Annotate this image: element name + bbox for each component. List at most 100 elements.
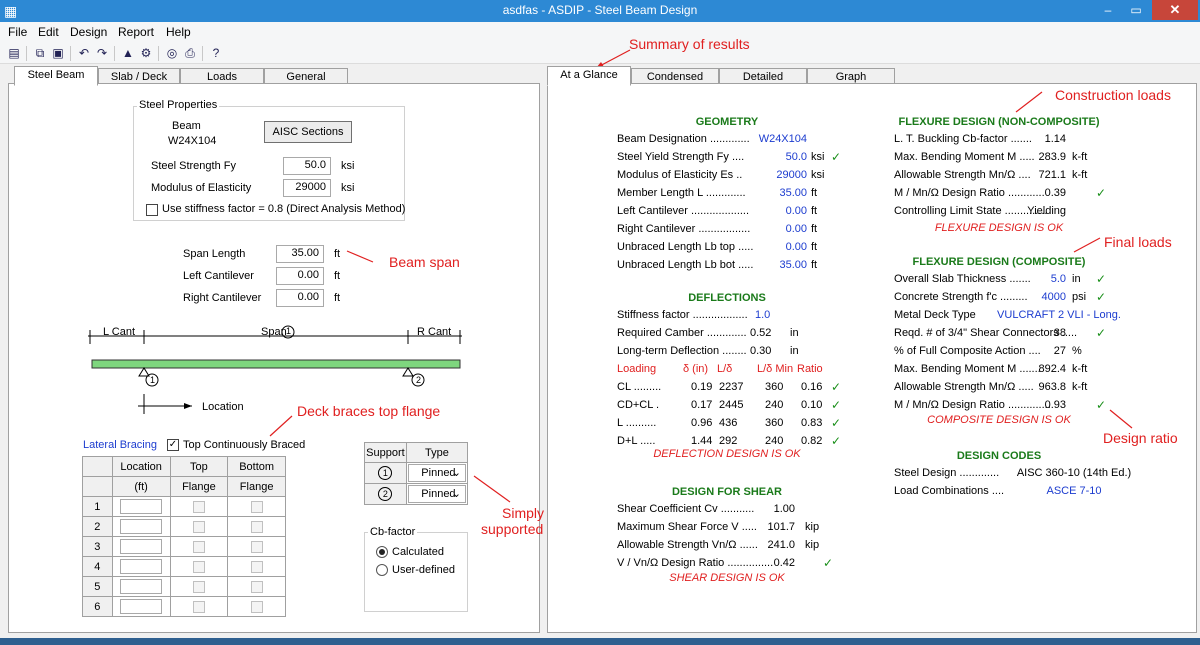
simply-note-line1: Simply (502, 505, 545, 521)
result-row: Allowable Strength Vn/Ω ...... 241.0 kip (617, 536, 847, 554)
top-flange-checkbox[interactable] (169, 536, 229, 557)
menu-edit[interactable]: Edit (38, 25, 59, 39)
top-continuous-label: Top Continuously Braced (183, 439, 306, 451)
bottom-flange-checkbox[interactable] (227, 496, 286, 517)
result-label: Allowable Strength Mn/Ω .... (894, 169, 1031, 181)
result-label: Steel Yield Strength Fy .... (617, 151, 745, 163)
stiffness-checkbox[interactable] (146, 204, 158, 216)
settings-icon[interactable]: ⚙ (138, 45, 154, 61)
result-value: 101.7 (767, 521, 795, 533)
copy-icon[interactable]: ⧉ (32, 45, 48, 61)
deflection-ok: DEFLECTION DESIGN IS OK (653, 448, 801, 460)
deflection-header-cell: L/δ Min (757, 363, 794, 375)
row-number: 5 (82, 576, 113, 597)
modulus-label: Modulus of Elasticity (151, 182, 252, 194)
table-row: 5 (82, 576, 286, 597)
span-length-input[interactable]: 35.00 (276, 245, 324, 263)
table-row: 2 Pinned ⌄ (364, 483, 469, 505)
tab-steel-beam[interactable]: Steel Beam (14, 66, 98, 86)
result-label: % of Full Composite Action .... (894, 345, 1041, 357)
location-cell[interactable] (111, 556, 171, 577)
bottom-flange-checkbox[interactable] (227, 576, 286, 597)
check-icon: ✓ (1096, 290, 1107, 304)
menu-file[interactable]: File (8, 25, 27, 39)
result-row: Left Cantilever ................... 0.00 f… (617, 202, 847, 220)
r-cant-label: R Cant (417, 326, 452, 338)
result-value: 0.39 (1044, 187, 1066, 199)
location-cell[interactable] (111, 596, 171, 617)
result-label: Overall Slab Thickness ....... (894, 273, 1031, 285)
location-cell[interactable] (111, 496, 171, 517)
location-cell[interactable] (111, 576, 171, 597)
beam-span-note: Beam span (389, 254, 460, 270)
support-type-select[interactable]: Pinned ⌄ (405, 483, 469, 505)
result-value: 892.4 (1038, 363, 1066, 375)
location-cell[interactable] (111, 536, 171, 557)
result-row: Unbraced Length Lb bot ..... 35.00 ft (617, 256, 847, 274)
print-icon[interactable]: ⎙ (182, 45, 198, 61)
result-label: Allowable Strength Vn/Ω ...... (617, 539, 758, 551)
top-flange-checkbox[interactable] (169, 576, 229, 597)
result-label: Concrete Strength f'c ......... (894, 291, 1028, 303)
help-icon[interactable]: ? (208, 45, 224, 61)
calculate-icon[interactable]: ▲ (120, 45, 136, 61)
result-unit: psi (1072, 291, 1087, 303)
bottom-flange-checkbox[interactable] (227, 516, 286, 537)
left-cantilever-input[interactable]: 0.00 (276, 267, 324, 285)
result-unit: k-ft (1072, 169, 1088, 181)
result-value: 0.00 (785, 241, 807, 253)
shear-ok: SHEAR DESIGN IS OK (669, 572, 785, 584)
result-row: Load Combinations .... ASCE 7-10 (894, 482, 1144, 500)
aisc-sections-button[interactable]: AISC Sections (264, 121, 352, 143)
project-manager-icon[interactable]: ▤ (6, 45, 22, 61)
fy-input[interactable]: 50.0 (283, 157, 331, 175)
top-flange-checkbox[interactable] (169, 556, 229, 577)
beam-span-arrow (346, 250, 374, 263)
design-ratio-arrow (1109, 409, 1133, 429)
top-continuous-checkbox[interactable]: ✓ (167, 439, 179, 451)
undo-icon[interactable]: ↶ (76, 45, 92, 61)
bottom-flange-checkbox[interactable] (227, 556, 286, 577)
menu-design[interactable]: Design (70, 25, 107, 39)
deflection-load: L .......... (617, 417, 657, 429)
modulus-input[interactable]: 29000 (283, 179, 331, 197)
result-value: 283.9 (1038, 151, 1066, 163)
preview-icon[interactable]: ◎ (164, 45, 180, 61)
top-flange-checkbox[interactable] (169, 496, 229, 517)
result-value: AISC 360-10 (14th Ed.) (1016, 467, 1132, 479)
result-label: Unbraced Length Lb bot ..... (617, 259, 754, 271)
location-cell[interactable] (111, 516, 171, 537)
maximize-button[interactable]: ▭ (1122, 0, 1150, 20)
redo-icon[interactable]: ↷ (94, 45, 110, 61)
calculated-radio[interactable] (376, 546, 388, 558)
top-flange-checkbox[interactable] (169, 596, 229, 617)
tab-at-a-glance[interactable]: At a Glance (547, 66, 631, 86)
top-flange-checkbox[interactable] (169, 516, 229, 537)
steel-properties-label: Steel Properties (137, 99, 220, 111)
fy-unit: ksi (341, 160, 355, 172)
close-button[interactable]: ✕ (1152, 0, 1198, 20)
result-label: Maximum Shear Force V ..... (617, 521, 757, 533)
check-icon: ✓ (831, 380, 842, 394)
right-cantilever-input[interactable]: 0.00 (276, 289, 324, 307)
support-type-select[interactable]: Pinned ⌄ (405, 462, 469, 484)
minimize-button[interactable]: – (1094, 0, 1122, 20)
bottom-flange-checkbox[interactable] (227, 596, 286, 617)
toolbar-separator (158, 46, 159, 61)
bracing-header-location: Location (111, 456, 171, 477)
user-defined-radio[interactable] (376, 564, 388, 576)
check-icon: ✓ (831, 398, 842, 412)
result-value: 0.00 (785, 205, 807, 217)
deflection-min: 360 (765, 417, 784, 429)
span-number: 1 (286, 326, 292, 336)
result-unit: ksi (811, 151, 825, 163)
menu-report[interactable]: Report (118, 25, 154, 39)
menu-help[interactable]: Help (166, 25, 191, 39)
chevron-down-icon: ⌄ (451, 467, 461, 479)
right-cantilever-label: Right Cantilever (183, 292, 262, 304)
result-unit: k-ft (1072, 381, 1088, 393)
deflection-value: 0.19 (691, 381, 713, 393)
result-value: ASCE 7-10 (1046, 485, 1102, 497)
bottom-flange-checkbox[interactable] (227, 536, 286, 557)
paste-icon[interactable]: ▣ (50, 45, 66, 61)
